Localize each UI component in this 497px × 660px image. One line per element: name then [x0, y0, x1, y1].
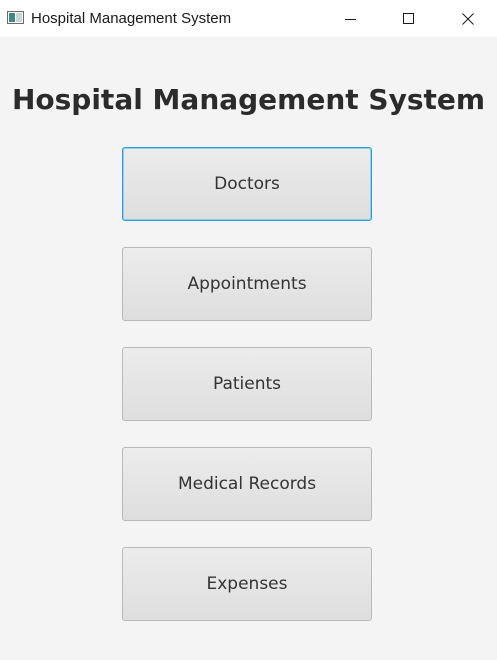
- appointments-button[interactable]: Appointments: [122, 247, 372, 321]
- doctors-button[interactable]: Doctors: [122, 147, 372, 221]
- minimize-icon: [345, 18, 356, 20]
- expenses-button[interactable]: Expenses: [122, 547, 372, 621]
- main-content: Hospital Management System Doctors Appoi…: [0, 37, 497, 660]
- app-icon: [7, 11, 24, 24]
- window-title: Hospital Management System: [31, 10, 232, 27]
- page-title: Hospital Management System: [11, 83, 486, 116]
- maximize-icon: [403, 12, 414, 24]
- title-bar[interactable]: Hospital Management System: [0, 0, 497, 37]
- medical-records-button[interactable]: Medical Records: [122, 447, 372, 521]
- close-button[interactable]: [439, 0, 497, 37]
- app-window: Hospital Management System Hospital Mana…: [0, 0, 497, 660]
- close-icon: [462, 12, 474, 25]
- maximize-button[interactable]: [380, 0, 438, 37]
- minimize-button[interactable]: [322, 0, 380, 37]
- patients-button[interactable]: Patients: [122, 347, 372, 421]
